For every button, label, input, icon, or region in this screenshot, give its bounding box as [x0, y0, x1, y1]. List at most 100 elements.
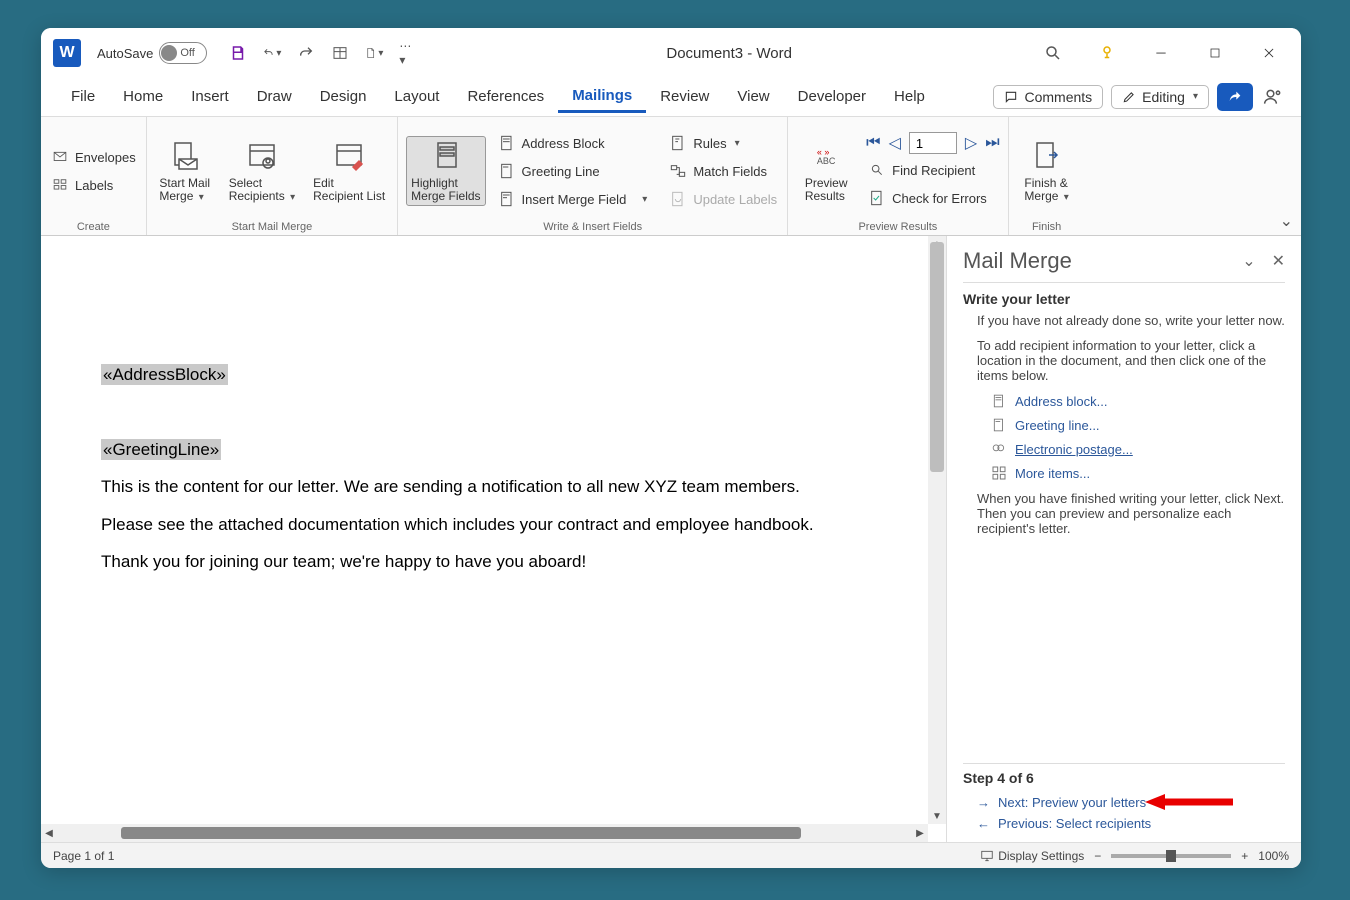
horizontal-scrollbar[interactable]: ◀ ▶: [41, 824, 928, 842]
link-more-items[interactable]: More items...: [991, 465, 1285, 481]
find-recipient-button[interactable]: Find Recipient: [866, 158, 999, 182]
check-errors-button[interactable]: Check for Errors: [866, 186, 999, 210]
match-fields-button[interactable]: Match Fields: [667, 159, 779, 183]
document-icon[interactable]: ▾: [365, 44, 383, 62]
zoom-slider[interactable]: [1111, 854, 1231, 858]
account-icon[interactable]: [1261, 85, 1285, 109]
greeting-line-field[interactable]: «GreetingLine»: [101, 439, 221, 460]
first-record-button[interactable]: ⏮: [866, 134, 880, 152]
link-electronic-postage[interactable]: Electronic postage...: [991, 441, 1285, 457]
page-indicator[interactable]: Page 1 of 1: [53, 849, 114, 863]
last-record-button[interactable]: ⏭: [985, 134, 999, 152]
document-area: «AddressBlock» «GreetingLine» This is th…: [41, 236, 946, 842]
close-button[interactable]: [1257, 41, 1281, 65]
edit-recipient-list-button[interactable]: EditRecipient List: [309, 137, 389, 205]
tab-file[interactable]: File: [57, 82, 109, 111]
tab-insert[interactable]: Insert: [177, 82, 243, 111]
redo-icon[interactable]: [297, 44, 315, 62]
autosave-toggle[interactable]: Off: [159, 42, 207, 64]
select-recipients-button[interactable]: SelectRecipients ▾: [225, 137, 299, 205]
paragraph-3[interactable]: Thank you for joining our team; we're ha…: [101, 543, 872, 580]
scroll-left-arrow[interactable]: ◀: [41, 824, 57, 842]
paragraph-1[interactable]: This is the content for our letter. We a…: [101, 468, 872, 505]
next-record-button[interactable]: ▷: [965, 133, 977, 153]
taskpane-dropdown-icon[interactable]: ⌄: [1242, 251, 1255, 271]
tab-layout[interactable]: Layout: [380, 82, 453, 111]
paragraph-2[interactable]: Please see the attached documentation wh…: [101, 506, 872, 543]
minimize-button[interactable]: [1149, 41, 1173, 65]
editing-mode-button[interactable]: Editing ▾: [1111, 85, 1209, 109]
prev-record-button[interactable]: ◁: [889, 133, 901, 153]
highlight-merge-fields-button[interactable]: HighlightMerge Fields: [406, 136, 485, 206]
tab-design[interactable]: Design: [306, 82, 381, 111]
highlight-icon: [428, 139, 464, 175]
hscroll-thumb[interactable]: [121, 827, 801, 839]
find-icon: [868, 161, 886, 179]
tab-mailings[interactable]: Mailings: [558, 81, 646, 113]
table-icon[interactable]: [331, 44, 349, 62]
zoom-in-button[interactable]: +: [1241, 849, 1248, 863]
match-icon: [669, 162, 687, 180]
save-icon[interactable]: [229, 44, 247, 62]
document-viewport[interactable]: «AddressBlock» «GreetingLine» This is th…: [41, 236, 928, 824]
taskpane-text-1: If you have not already done so, write y…: [963, 313, 1285, 328]
rules-button[interactable]: Rules▾: [667, 131, 779, 155]
preview-results-button[interactable]: « »ABC PreviewResults: [796, 137, 856, 205]
maximize-button[interactable]: [1203, 41, 1227, 65]
mail-merge-taskpane: Mail Merge ⌄ ✕ Write your letter If you …: [946, 236, 1301, 842]
step-indicator: Step 4 of 6: [963, 763, 1285, 786]
comments-button[interactable]: Comments: [993, 85, 1103, 109]
undo-icon[interactable]: ▾: [263, 44, 281, 62]
postage-icon: [991, 441, 1007, 457]
scroll-down-arrow[interactable]: ▼: [928, 808, 946, 824]
tab-references[interactable]: References: [453, 82, 558, 111]
grid-icon: [991, 465, 1007, 481]
envelopes-button[interactable]: Envelopes: [49, 145, 138, 169]
link-greeting-line[interactable]: Greeting line...: [991, 417, 1285, 433]
vscroll-thumb[interactable]: [930, 242, 944, 472]
greeting-line-button[interactable]: Greeting Line: [496, 159, 650, 183]
tab-draw[interactable]: Draw: [243, 82, 306, 111]
main-area: «AddressBlock» «GreetingLine» This is th…: [41, 236, 1301, 842]
vertical-scrollbar[interactable]: ▲ ▼: [928, 236, 946, 824]
display-settings-button[interactable]: Display Settings: [980, 849, 1084, 863]
edit-list-icon: [331, 139, 367, 175]
tab-review[interactable]: Review: [646, 82, 723, 111]
finish-merge-button[interactable]: Finish &Merge ▾: [1017, 137, 1077, 205]
start-mail-merge-button[interactable]: Start MailMerge ▾: [155, 137, 215, 205]
address-block-field[interactable]: «AddressBlock»: [101, 364, 228, 385]
page-icon: [991, 417, 1007, 433]
zoom-level[interactable]: 100%: [1258, 849, 1289, 863]
labels-button[interactable]: Labels: [49, 173, 138, 197]
address-block-button[interactable]: Address Block: [496, 131, 650, 155]
document-page[interactable]: «AddressBlock» «GreetingLine» This is th…: [41, 236, 928, 824]
ribbon-group-write-insert: HighlightMerge Fields Address Block Gree…: [398, 117, 788, 235]
toggle-knob: [161, 45, 177, 61]
ribbon-tabs: File Home Insert Draw Design Layout Refe…: [41, 78, 1301, 116]
zoom-out-button[interactable]: −: [1094, 849, 1101, 863]
more-commands-icon[interactable]: ⋯▾: [399, 44, 417, 62]
help-icon[interactable]: [1095, 41, 1119, 65]
tab-developer[interactable]: Developer: [784, 82, 880, 111]
record-number-input[interactable]: [909, 132, 957, 154]
finish-icon: [1029, 139, 1065, 175]
ribbon-group-create: Envelopes Labels Create: [41, 117, 147, 235]
link-address-block[interactable]: Address block...: [991, 393, 1285, 409]
tab-help[interactable]: Help: [880, 82, 939, 111]
label-grid-icon: [51, 176, 69, 194]
titlebar-right: [1041, 41, 1281, 65]
taskpane-close-button[interactable]: ✕: [1272, 251, 1285, 271]
share-button[interactable]: [1217, 83, 1253, 111]
previous-step-link[interactable]: ← Previous: Select recipients: [963, 813, 1285, 834]
insert-merge-field-button[interactable]: Insert Merge Field ▾: [496, 187, 650, 211]
tab-home[interactable]: Home: [109, 82, 177, 111]
envelope-icon: [51, 148, 69, 166]
search-icon[interactable]: [1041, 41, 1065, 65]
document-title: Document3 - Word: [423, 45, 1035, 62]
tab-view[interactable]: View: [723, 82, 783, 111]
taskpane-header: Mail Merge ⌄ ✕: [963, 244, 1285, 282]
autosave-group: AutoSave Off: [97, 42, 207, 64]
collapse-ribbon-button[interactable]: ⌄: [1280, 211, 1293, 231]
scroll-right-arrow[interactable]: ▶: [912, 824, 928, 842]
next-step-link[interactable]: → Next: Preview your letters: [963, 792, 1285, 813]
